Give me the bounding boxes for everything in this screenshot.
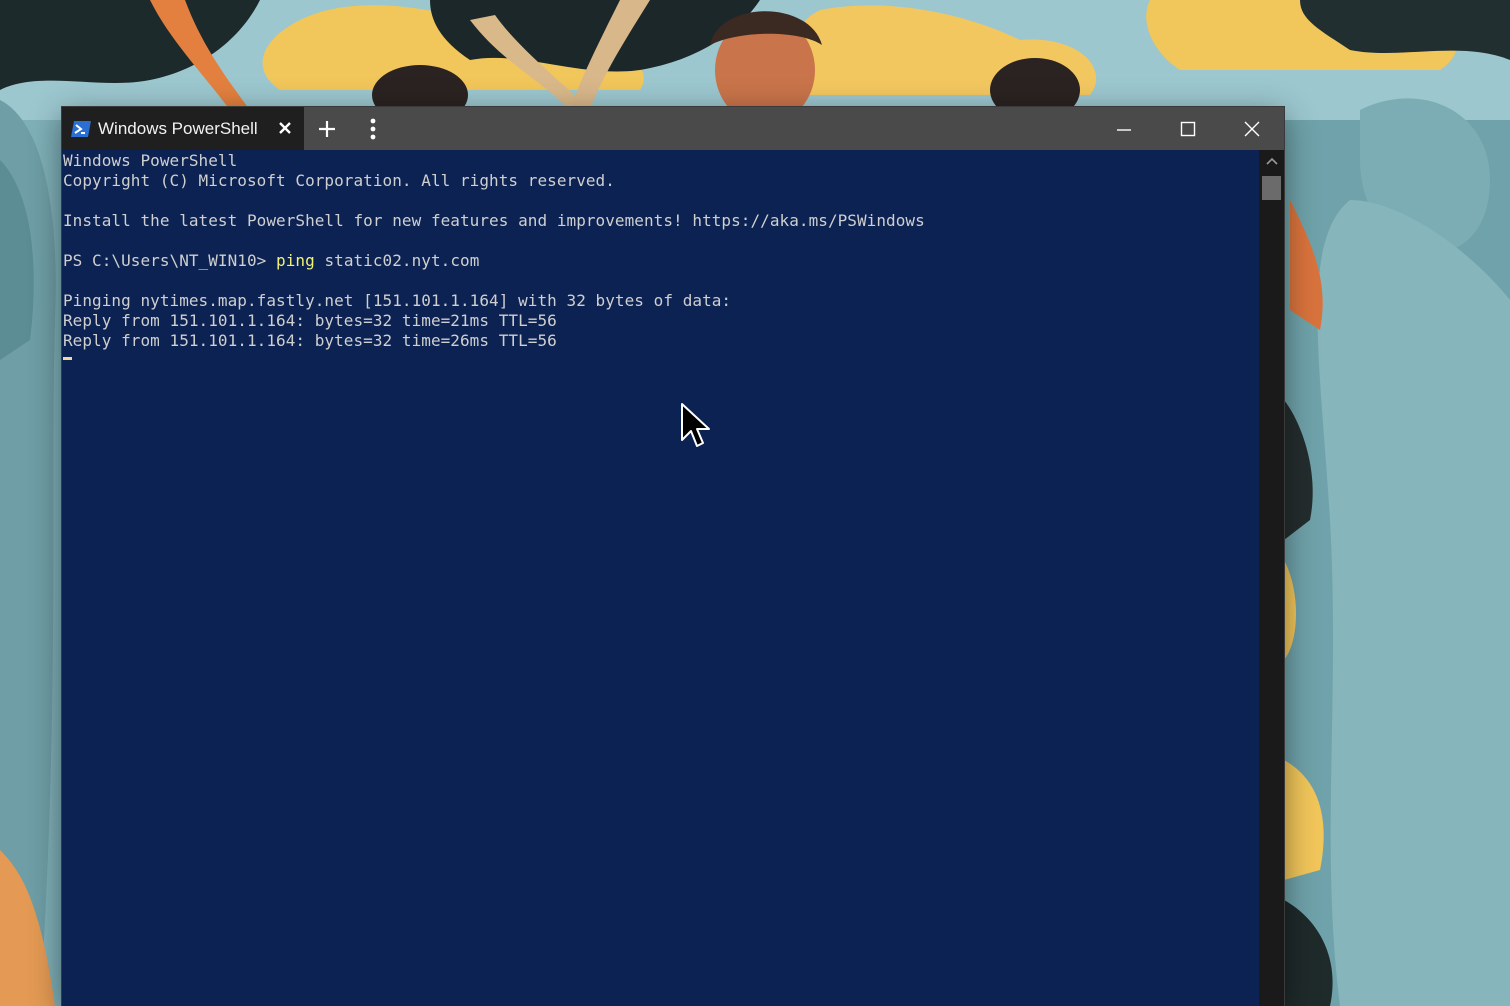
title-bar[interactable]: Windows PowerShell <box>62 107 1284 150</box>
console-line: Reply from 151.101.1.164: bytes=32 time=… <box>63 331 557 350</box>
tab-windows-powershell[interactable]: Windows PowerShell <box>62 107 304 150</box>
text-cursor <box>63 357 72 360</box>
command: ping <box>276 251 315 270</box>
plus-icon <box>319 120 335 137</box>
vertical-ellipsis-icon <box>370 118 376 139</box>
console-line: Reply from 151.101.1.164: bytes=32 time=… <box>63 311 557 330</box>
scrollbar-thumb[interactable] <box>1262 176 1281 200</box>
console-line: Copyright (C) Microsoft Corporation. All… <box>63 171 615 190</box>
console-line: Windows PowerShell <box>63 151 238 170</box>
dropdown-menu-button[interactable] <box>350 107 396 150</box>
new-tab-button[interactable] <box>304 107 350 150</box>
console-line: Pinging nytimes.map.fastly.net [151.101.… <box>63 291 732 310</box>
tab-title: Windows PowerShell <box>98 118 258 138</box>
maximize-icon <box>1180 121 1196 136</box>
chevron-up-icon <box>1265 157 1278 165</box>
prompt: PS C:\Users\NT_WIN10> <box>63 251 277 270</box>
close-window-button[interactable] <box>1220 107 1284 150</box>
minimize-button[interactable] <box>1092 107 1156 150</box>
title-bar-drag-area[interactable] <box>396 107 1092 150</box>
command-argument: static02.nyt.com <box>314 251 480 270</box>
mouse-pointer-icon <box>681 403 710 447</box>
powershell-icon <box>70 120 92 138</box>
maximize-button[interactable] <box>1156 107 1220 150</box>
close-icon <box>1244 121 1260 136</box>
scroll-up-button[interactable] <box>1259 150 1284 172</box>
minimize-icon <box>1117 128 1131 131</box>
powershell-window: Windows PowerShell Windows PowerShell Co… <box>62 107 1284 1006</box>
console-line: Install the latest PowerShell for new fe… <box>63 211 925 230</box>
close-tab-button[interactable] <box>274 117 296 139</box>
command-line: PS C:\Users\NT_WIN10> ping static02.nyt.… <box>63 251 1259 271</box>
close-tab-icon <box>279 122 291 134</box>
vertical-scrollbar[interactable] <box>1259 150 1284 1006</box>
console-output[interactable]: Windows PowerShell Copyright (C) Microso… <box>62 150 1259 1006</box>
